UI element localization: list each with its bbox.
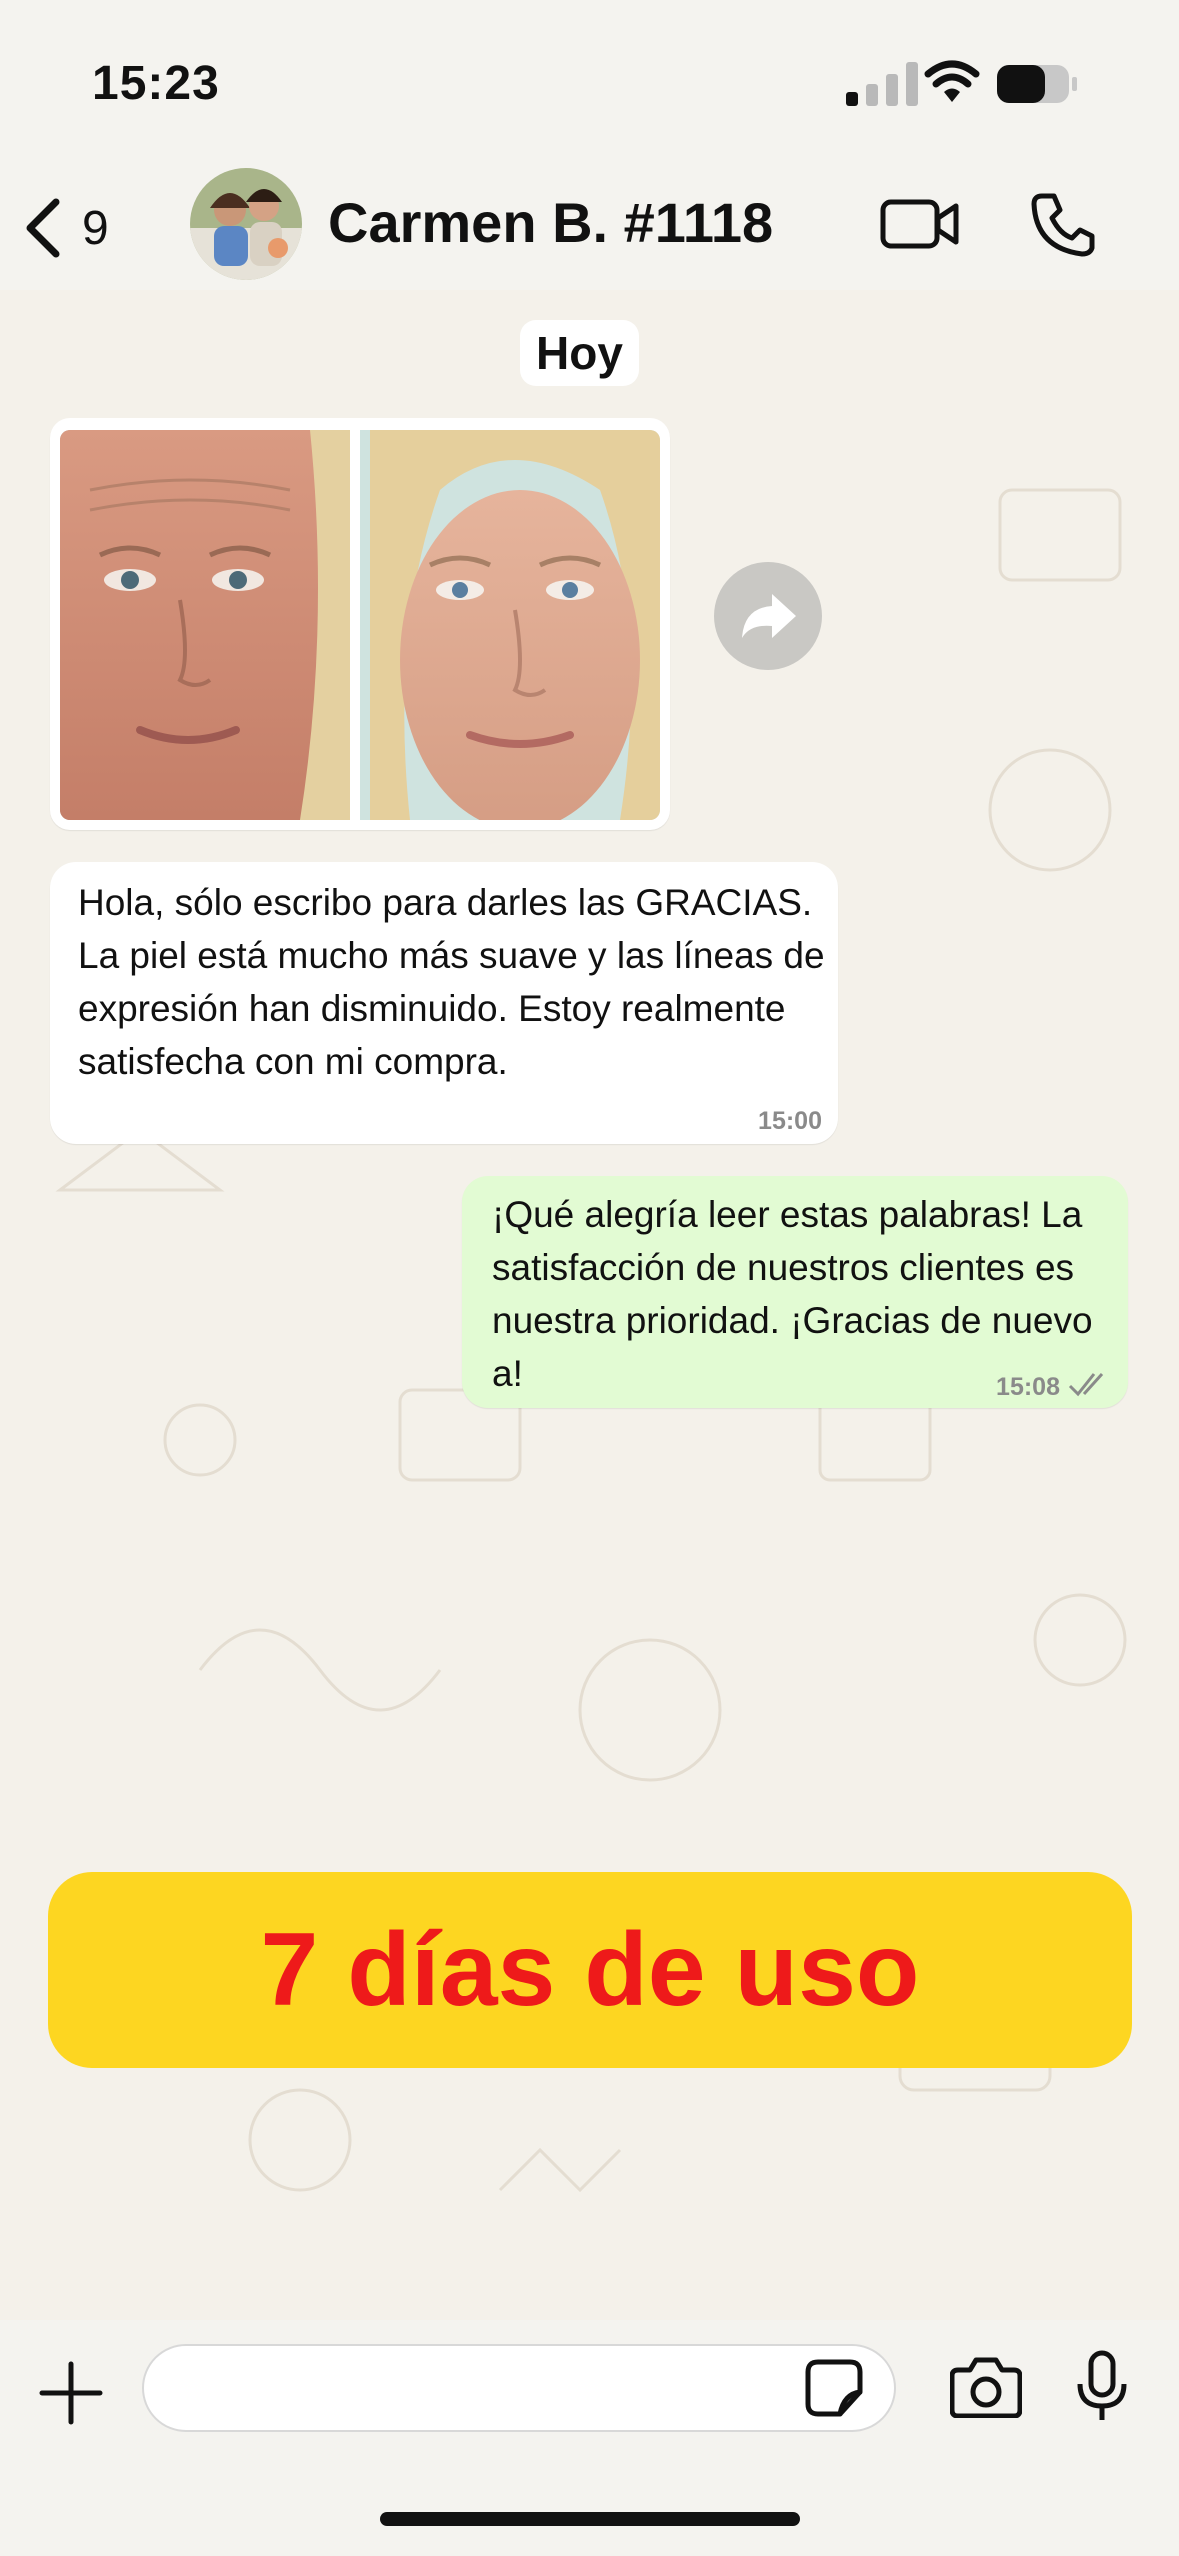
video-call-icon[interactable] [880, 196, 960, 252]
message-time: 15:08 [996, 1373, 1060, 1401]
before-after-photo[interactable] [60, 430, 660, 820]
unread-count: 9 [82, 201, 109, 255]
battery-icon [997, 65, 1077, 103]
contact-name[interactable]: Carmen B. #1118 [328, 190, 773, 255]
message-text: ¡Qué alegría leer estas palabras! La sat… [492, 1194, 1093, 1394]
chevron-left-icon [26, 198, 60, 258]
avatar-image [190, 168, 302, 280]
home-indicator [380, 2512, 800, 2526]
usage-banner: 7 días de uso [48, 1872, 1132, 2068]
date-separator: Hoy [520, 320, 639, 386]
signal-icon [846, 62, 918, 106]
microphone-icon[interactable] [1076, 2350, 1128, 2424]
plus-icon[interactable] [38, 2360, 104, 2426]
contact-avatar[interactable] [190, 168, 302, 280]
outgoing-message[interactable]: ¡Qué alegría leer estas palabras! La sat… [462, 1176, 1128, 1408]
sticker-icon[interactable] [804, 2358, 864, 2418]
photo-image [60, 430, 660, 820]
back-button[interactable]: 9 [20, 190, 140, 266]
message-time: 15:00 [758, 1107, 822, 1135]
forward-arrow-icon [742, 594, 796, 638]
status-time: 15:23 [92, 57, 220, 110]
phone-call-icon[interactable] [1030, 192, 1096, 258]
wifi-icon [924, 60, 980, 102]
message-input[interactable] [142, 2344, 896, 2432]
double-check-icon [1068, 1372, 1104, 1397]
incoming-message[interactable]: Hola, sólo escribo para darles las GRACI… [50, 862, 838, 1144]
forward-button[interactable] [714, 562, 822, 670]
banner-text: 7 días de uso [260, 1911, 920, 2028]
camera-icon[interactable] [950, 2356, 1022, 2418]
message-text: Hola, sólo escribo para darles las GRACI… [78, 882, 825, 1082]
